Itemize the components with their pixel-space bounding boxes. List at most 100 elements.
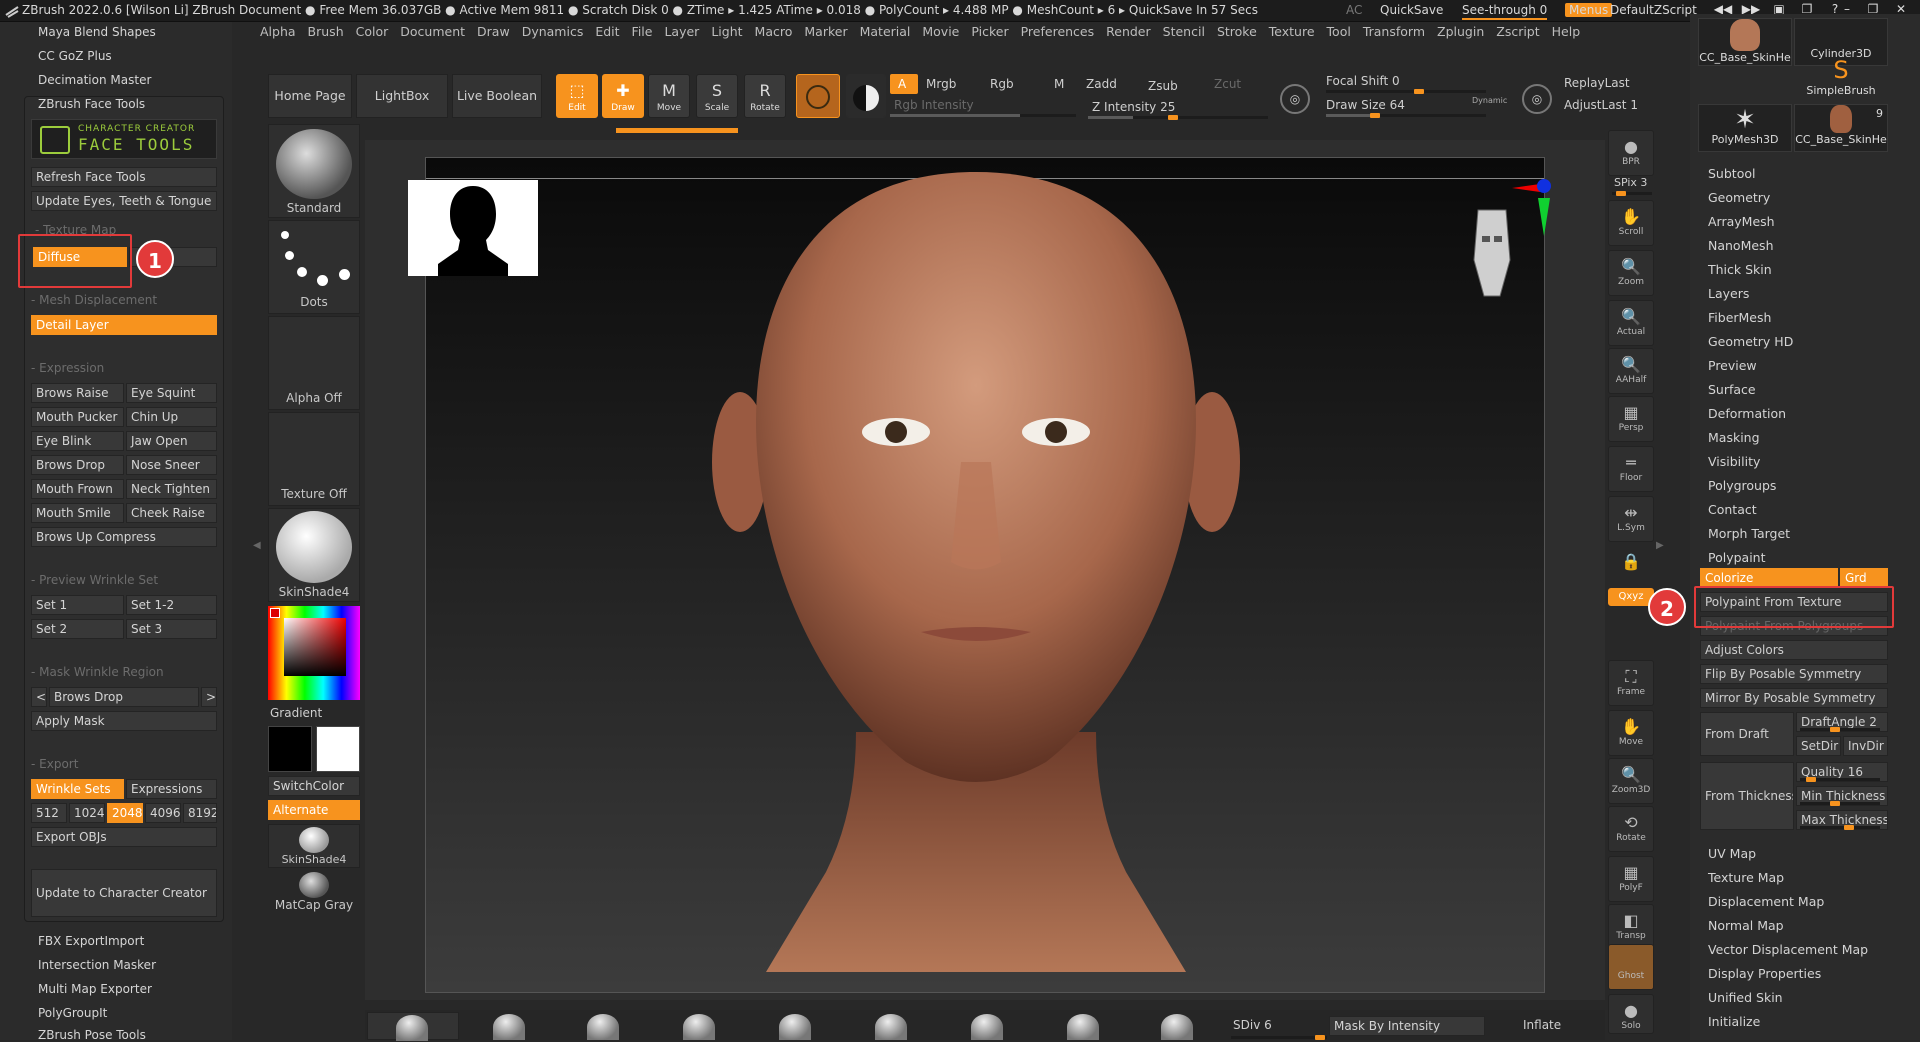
zcut-toggle[interactable]: Zcut <box>1214 77 1241 91</box>
expr-nose-sneer[interactable]: Nose Sneer <box>126 455 217 475</box>
plugin-maya-blend-shapes[interactable]: Maya Blend Shapes <box>38 25 156 39</box>
detail-layer-button[interactable]: Detail Layer <box>31 315 217 335</box>
rotate-mode-button[interactable]: R Rotate <box>744 74 786 118</box>
region-selector[interactable]: Brows Drop <box>49 687 199 707</box>
mirror-by-posable-symmetry-button[interactable]: Mirror By Posable Symmetry <box>1700 688 1888 708</box>
menu-zplugin[interactable]: Zplugin <box>1437 24 1484 39</box>
tool-thumb-simplebrush[interactable]: S SimpleBrush <box>1794 56 1888 102</box>
menu-help[interactable]: Help <box>1552 24 1581 39</box>
stroke-dots[interactable]: Dots <box>268 220 360 314</box>
rgb-toggle[interactable]: Rgb <box>990 77 1014 91</box>
from-thickness-button[interactable]: From Thickness <box>1700 762 1794 830</box>
expr-brows-raise[interactable]: Brows Raise <box>31 383 124 403</box>
color-saturation-square[interactable] <box>284 618 346 676</box>
alpha-off[interactable]: Alpha Off <box>268 316 360 410</box>
bottom-brush-slot-active[interactable] <box>367 1012 459 1041</box>
brush-sphere-icon-8[interactable] <box>1067 1014 1099 1040</box>
apply-mask-button[interactable]: Apply Mask <box>31 711 217 731</box>
displacement-map-menu[interactable]: Displacement Map <box>1708 894 1824 909</box>
brush-sphere-icon-7[interactable] <box>971 1014 1003 1040</box>
zsub-toggle[interactable]: Zsub <box>1148 79 1178 93</box>
export-objs-button[interactable]: Export OBJs <box>31 827 217 847</box>
update-to-cc-button[interactable]: Update to Character Creator <box>31 869 217 917</box>
menu-tool[interactable]: Tool <box>1327 24 1351 39</box>
brush-standard[interactable]: Standard <box>268 124 360 218</box>
expr-neck-tighten[interactable]: Neck Tighten <box>126 479 217 499</box>
menu-stencil[interactable]: Stencil <box>1163 24 1205 39</box>
morph-target-menu[interactable]: Morph Target <box>1708 526 1790 541</box>
document-canvas[interactable] <box>425 157 1545 993</box>
set-1-button[interactable]: Set 1 <box>31 595 124 615</box>
move-mode-button[interactable]: M Move <box>648 74 690 118</box>
menu-movie[interactable]: Movie <box>922 24 959 39</box>
menu-brush[interactable]: Brush <box>308 24 344 39</box>
expr-jaw-open[interactable]: Jaw Open <box>126 431 217 451</box>
draw-mode-button[interactable]: ✚ Draw <box>602 74 644 118</box>
scroll-button[interactable]: ✋ Scroll <box>1608 200 1654 246</box>
grd-button[interactable]: Grd <box>1840 568 1888 588</box>
export-section[interactable]: - Export <box>31 757 78 771</box>
draw-size-track[interactable] <box>1326 113 1486 118</box>
frame-button[interactable]: ⛶ Frame <box>1608 660 1654 706</box>
menu-picker[interactable]: Picker <box>971 24 1008 39</box>
tool-thumb-polymesh3d[interactable]: ✶ PolyMesh3D <box>1698 104 1792 152</box>
quality-track[interactable] <box>1800 777 1880 782</box>
primary-color-swatch[interactable] <box>268 726 312 772</box>
a-toggle[interactable]: A <box>890 74 918 94</box>
lightbox-button[interactable]: LightBox <box>356 74 448 118</box>
colorize-button[interactable]: Colorize <box>1700 568 1838 588</box>
lsym-button[interactable]: ⇹ L.Sym <box>1608 496 1654 542</box>
expr-chin-up[interactable]: Chin Up <box>126 407 217 427</box>
brush-sphere-icon-3[interactable] <box>587 1014 619 1040</box>
switchcolor-button[interactable]: SwitchColor <box>268 776 360 796</box>
floor-button[interactable]: ═ Floor <box>1608 446 1654 492</box>
solo-button[interactable]: ● Solo <box>1608 994 1654 1034</box>
expressions-button[interactable]: Expressions <box>126 779 217 799</box>
lazy-mouse-icon[interactable]: ◎ <box>1280 84 1310 114</box>
subtool-menu[interactable]: Subtool <box>1708 166 1755 181</box>
expression-section[interactable]: - Expression <box>31 361 104 375</box>
max-thickness-track[interactable] <box>1800 825 1880 830</box>
geometry-menu[interactable]: Geometry <box>1708 190 1770 205</box>
alternate-button[interactable]: Alternate <box>268 800 360 820</box>
menu-render[interactable]: Render <box>1106 24 1151 39</box>
menu-document[interactable]: Document <box>400 24 465 39</box>
brush-sphere-icon-6[interactable] <box>875 1014 907 1040</box>
lock-button[interactable]: 🔒 <box>1608 546 1654 592</box>
uv-map-menu[interactable]: UV Map <box>1708 846 1756 861</box>
spix-slider[interactable]: SPix 3 <box>1614 176 1647 189</box>
qxyz-button[interactable]: Qxyz <box>1608 588 1654 606</box>
plugin-decimation-master[interactable]: Decimation Master <box>38 73 151 87</box>
expr-brows-up-compress[interactable]: Brows Up Compress <box>31 527 217 547</box>
mrgb-toggle[interactable]: Mrgb <box>926 77 956 91</box>
inflate-slider[interactable]: Inflate <box>1523 1018 1561 1032</box>
menu-edit[interactable]: Edit <box>595 24 619 39</box>
color-mode-button[interactable] <box>846 74 886 118</box>
visibility-menu[interactable]: Visibility <box>1708 454 1760 469</box>
plugin-polygroupit[interactable]: PolyGroupIt <box>38 1006 107 1020</box>
material-sphere-button[interactable] <box>796 74 840 118</box>
set-2-button[interactable]: Set 2 <box>31 619 124 639</box>
tool-thumb-cc-base-1[interactable]: CC_Base_SkinHe <box>1698 18 1792 66</box>
menu-marker[interactable]: Marker <box>804 24 847 39</box>
prev-region-button[interactable]: < <box>31 687 47 707</box>
rotate-view-button[interactable]: ⟲ Rotate <box>1608 806 1654 852</box>
home-page-button[interactable]: Home Page <box>268 74 352 118</box>
set-1-2-button[interactable]: Set 1-2 <box>126 595 217 615</box>
material-matcap-gray[interactable]: MatCap Gray <box>268 870 360 914</box>
brush-sphere-icon-5[interactable] <box>779 1014 811 1040</box>
set-3-button[interactable]: Set 3 <box>126 619 217 639</box>
draw-size-slider[interactable]: Draw Size 64 <box>1326 98 1405 112</box>
preview-wrinkle-section[interactable]: - Preview Wrinkle Set <box>31 573 158 587</box>
navigation-gizmo[interactable] <box>1470 200 1514 300</box>
spix-track[interactable] <box>1612 191 1652 196</box>
surface-menu[interactable]: Surface <box>1708 382 1756 397</box>
m-toggle[interactable]: M <box>1054 77 1064 91</box>
menu-material[interactable]: Material <box>860 24 911 39</box>
menu-alpha[interactable]: Alpha <box>260 24 296 39</box>
menu-transform[interactable]: Transform <box>1363 24 1425 39</box>
expr-eye-blink[interactable]: Eye Blink <box>31 431 124 451</box>
replay-last-button[interactable]: ReplayLast <box>1564 76 1630 90</box>
rgb-intensity-track[interactable] <box>890 114 1076 117</box>
replay-icon[interactable]: ◎ <box>1522 84 1552 114</box>
